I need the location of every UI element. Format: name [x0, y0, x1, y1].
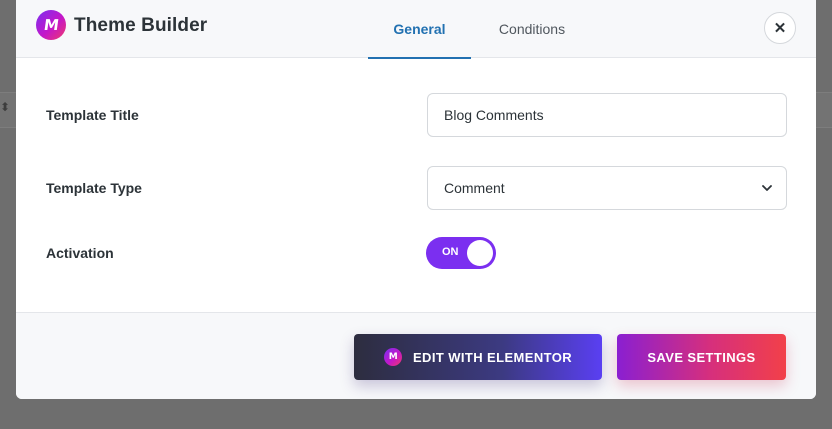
btn-logo-letter: M: [388, 352, 398, 362]
edit-with-elementor-button[interactable]: M EDIT WITH ELEMENTOR: [354, 334, 602, 380]
toggle-state-text: ON: [442, 246, 459, 258]
template-type-label: Template Type: [46, 180, 142, 196]
template-title-input[interactable]: Blog Comments: [427, 93, 787, 137]
close-icon: ✕: [773, 20, 787, 37]
tab-conditions[interactable]: Conditions: [482, 0, 582, 58]
tab-general[interactable]: General: [368, 0, 471, 59]
template-title-value: Blog Comments: [444, 107, 544, 123]
template-type-value: Comment: [444, 180, 505, 196]
modal-title: Theme Builder: [74, 15, 208, 36]
edit-button-label: EDIT WITH ELEMENTOR: [412, 349, 573, 365]
toggle-knob: [467, 240, 493, 266]
activation-toggle[interactable]: ON: [426, 237, 496, 269]
modal-header: M Theme Builder General Conditions ✕: [16, 0, 816, 59]
brand-logo-icon: M: [36, 10, 66, 40]
logo-letter: M: [42, 16, 60, 34]
close-button[interactable]: ✕: [764, 12, 796, 44]
chevron-down-icon: [762, 185, 772, 191]
activation-label: Activation: [46, 245, 114, 261]
template-title-label: Template Title: [46, 107, 139, 123]
modal-footer: M EDIT WITH ELEMENTOR SAVE SETTINGS: [16, 312, 816, 399]
template-type-select[interactable]: Comment: [427, 166, 787, 210]
save-settings-button[interactable]: SAVE SETTINGS: [617, 334, 786, 380]
theme-builder-modal: M Theme Builder General Conditions ✕ Tem…: [16, 0, 816, 399]
elementor-logo-icon: M: [383, 348, 402, 366]
backdrop-sort-icon: ⬍: [0, 100, 11, 114]
